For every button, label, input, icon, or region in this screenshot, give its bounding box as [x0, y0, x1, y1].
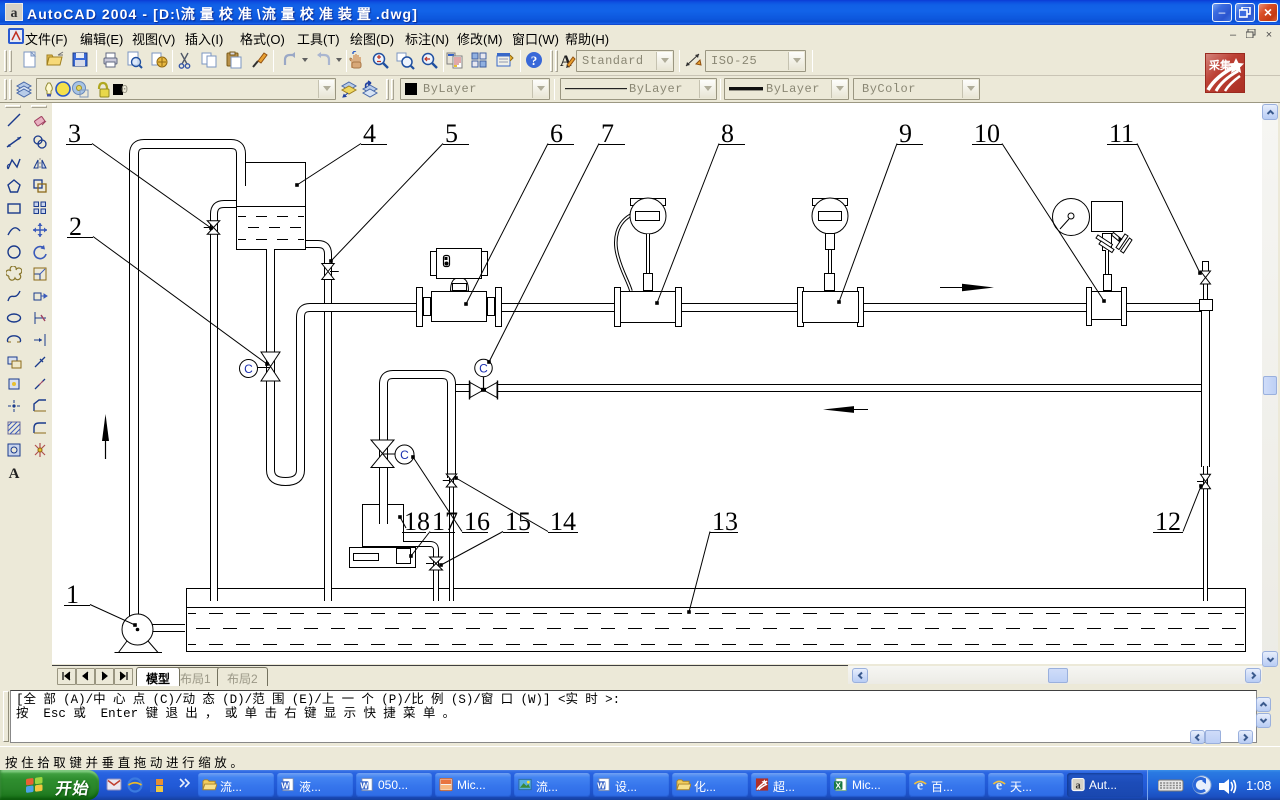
svg-text:C: C: [479, 362, 488, 376]
svg-text:1: 1: [66, 580, 79, 609]
svg-text:e: e: [917, 778, 923, 792]
svg-text:a: a: [11, 6, 18, 21]
svg-text:W: W: [597, 780, 605, 790]
svg-text:5: 5: [445, 119, 458, 148]
svg-text:11: 11: [1109, 119, 1134, 148]
svg-text:3: 3: [68, 119, 81, 148]
svg-text:14: 14: [550, 507, 576, 536]
svg-text:6: 6: [550, 119, 563, 148]
svg-text:16: 16: [464, 507, 490, 536]
svg-text:15: 15: [505, 507, 531, 536]
svg-text:2: 2: [69, 212, 82, 241]
svg-text:W: W: [360, 780, 368, 790]
svg-text:8: 8: [721, 119, 734, 148]
svg-text:C: C: [400, 448, 409, 462]
svg-text:A: A: [9, 466, 20, 480]
svg-text:10: 10: [974, 119, 1000, 148]
svg-text:7: 7: [601, 119, 614, 148]
svg-text:13: 13: [712, 507, 738, 536]
svg-text:17: 17: [432, 507, 458, 536]
svg-text:C: C: [244, 362, 253, 376]
svg-text:12: 12: [1155, 507, 1181, 536]
svg-text:a: a: [1075, 781, 1080, 792]
svg-text:?: ?: [531, 53, 538, 68]
svg-text:e: e: [996, 778, 1002, 792]
svg-text:4: 4: [363, 119, 376, 148]
svg-text:X: X: [835, 780, 841, 790]
svg-text:9: 9: [899, 119, 912, 148]
svg-text:采集: 采集: [1208, 58, 1232, 72]
svg-text:W: W: [281, 780, 289, 790]
svg-text:18: 18: [404, 507, 430, 536]
